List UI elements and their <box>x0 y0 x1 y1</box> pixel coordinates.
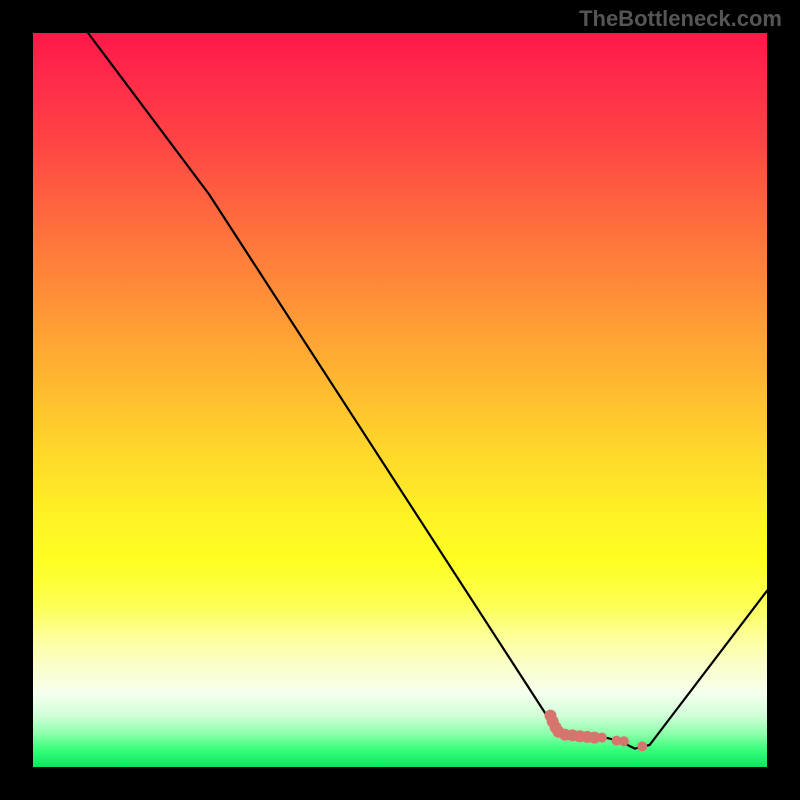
watermark-text: TheBottleneck.com <box>579 6 782 32</box>
scatter-point <box>619 736 629 746</box>
bottleneck-curve <box>33 33 767 749</box>
scatter-markers <box>545 710 648 752</box>
plot-area <box>33 33 767 767</box>
scatter-point <box>637 741 647 751</box>
chart-svg <box>33 33 767 767</box>
scatter-point <box>597 733 607 743</box>
